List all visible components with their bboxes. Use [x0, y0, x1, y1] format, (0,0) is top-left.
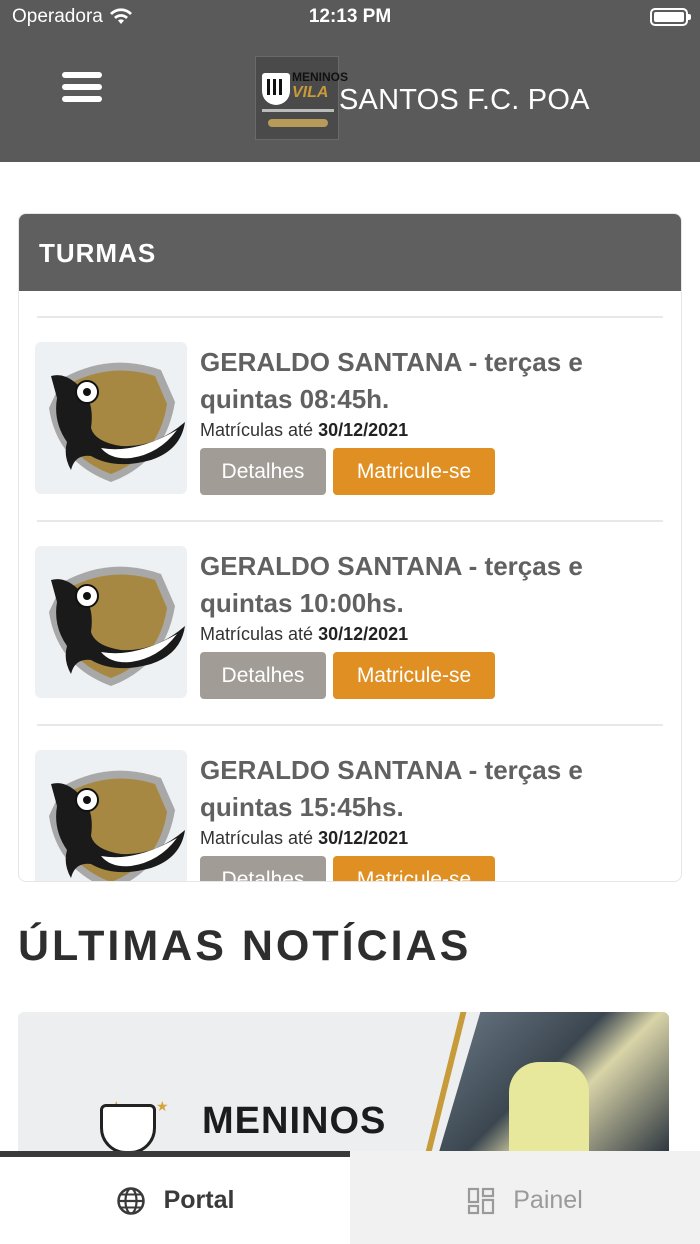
- banner-text: MENINOS: [202, 1100, 387, 1142]
- globe-icon: [116, 1186, 145, 1215]
- turma-item: GERALDO SANTANA - terças e quintas 08:45…: [35, 316, 663, 520]
- news-banner[interactable]: ★ ★ MENINOS: [18, 1012, 669, 1152]
- hamburger-icon[interactable]: [62, 72, 102, 106]
- news-photo: [439, 1012, 669, 1152]
- tab-bar: Portal Painel: [0, 1151, 700, 1244]
- brand-name: SANTOS F.C. POA: [339, 83, 590, 116]
- turma-item: GERALDO SANTANA - terças e quintas 15:45…: [35, 724, 663, 881]
- details-button[interactable]: Detalhes: [200, 856, 326, 881]
- enroll-button[interactable]: Matricule-se: [333, 652, 495, 699]
- orca-logo-image[interactable]: [35, 750, 187, 881]
- battery-icon: [650, 8, 691, 26]
- dashboard-icon: [468, 1187, 495, 1214]
- enrollment-deadline: Matrículas até 30/12/2021: [200, 624, 409, 644]
- turmas-card: TURMAS GERALDO SANTANA - terças e quinta…: [18, 213, 682, 882]
- enroll-button[interactable]: Matricule-se: [333, 448, 495, 495]
- turma-item: GERALDO SANTANA - terças e quintas 10:00…: [35, 520, 663, 724]
- turma-title[interactable]: GERALDO SANTANA - terças e quintas 10:00…: [200, 548, 663, 622]
- tab-portal-label: Portal: [163, 1186, 235, 1214]
- orca-logo-image[interactable]: [35, 342, 187, 494]
- app-header: MENINOS VILA SANTOS F.C. POA: [0, 34, 700, 162]
- brand[interactable]: MENINOS VILA SANTOS F.C. POA: [255, 56, 590, 140]
- clock: 12:13 PM: [308, 6, 392, 27]
- turma-title[interactable]: GERALDO SANTANA - terças e quintas 15:45…: [200, 752, 663, 826]
- turma-title[interactable]: GERALDO SANTANA - terças e quintas 08:45…: [200, 344, 663, 418]
- enrollment-deadline: Matrículas até 30/12/2021: [200, 828, 409, 848]
- star-icon: ★: [156, 1098, 169, 1114]
- status-bar: Operadora 12:13 PM: [0, 0, 700, 34]
- tab-portal[interactable]: Portal: [0, 1151, 350, 1244]
- tab-painel-label: Painel: [513, 1186, 583, 1214]
- enroll-button[interactable]: Matricule-se: [333, 856, 495, 881]
- orca-logo-image[interactable]: [35, 546, 187, 698]
- brand-logo: MENINOS VILA: [255, 56, 348, 140]
- details-button[interactable]: Detalhes: [200, 652, 326, 699]
- news-section-title: ÚLTIMAS NOTÍCIAS: [18, 922, 472, 970]
- santos-shield-logo: [100, 1104, 156, 1152]
- enrollment-deadline: Matrículas até 30/12/2021: [200, 420, 409, 440]
- tab-painel[interactable]: Painel: [350, 1151, 700, 1244]
- turmas-list[interactable]: GERALDO SANTANA - terças e quintas 08:45…: [19, 291, 681, 881]
- turmas-title: TURMAS: [19, 214, 681, 291]
- details-button[interactable]: Detalhes: [200, 448, 326, 495]
